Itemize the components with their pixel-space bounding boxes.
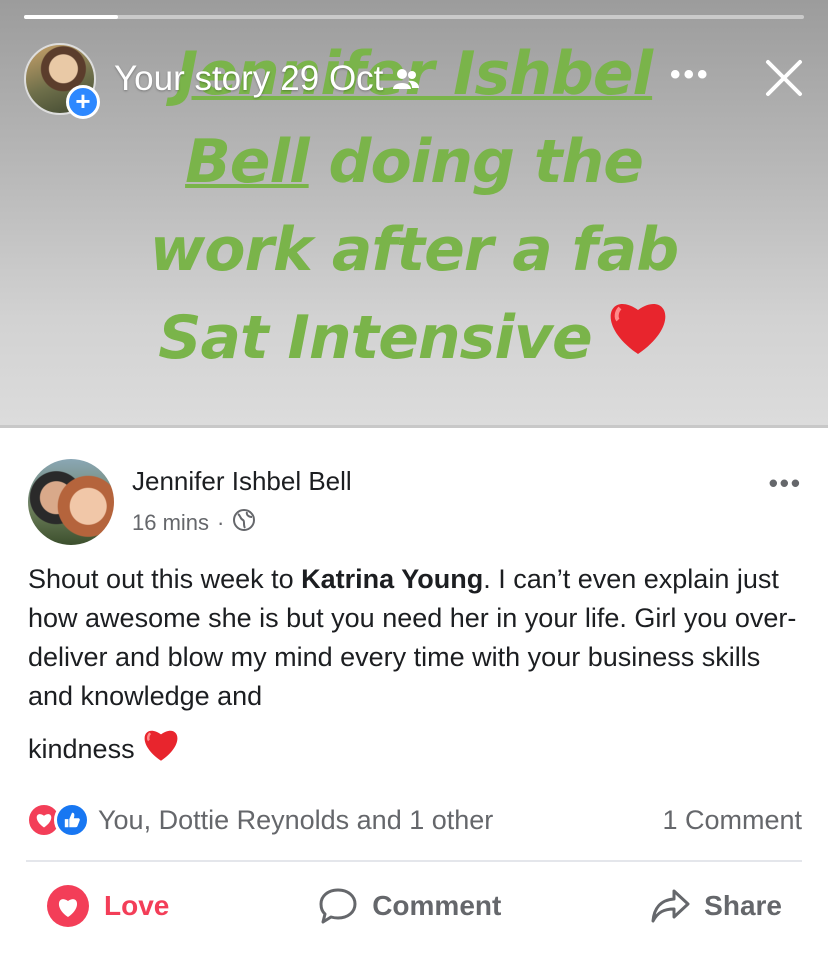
comment-label: Comment (372, 890, 502, 921)
overlay-line-3: work after a fab (0, 206, 828, 294)
more-dots-icon[interactable]: ••• (670, 58, 711, 92)
reaction-summary[interactable]: You, Dottie Reynolds and 1 other (26, 802, 493, 838)
story-author: Your story (114, 59, 271, 98)
love-label: Love (104, 890, 170, 921)
share-button[interactable]: Share (630, 888, 802, 924)
story-date: 29 Oct (280, 59, 384, 98)
overlay-line-2-tag: Bell (185, 127, 310, 197)
like-reaction-icon (54, 802, 90, 838)
comment-button[interactable]: Comment (298, 887, 521, 925)
globe-icon (232, 508, 256, 538)
comments-count[interactable]: 1 Comment (662, 805, 802, 836)
friends-icon (393, 67, 420, 91)
heart-icon (47, 885, 89, 927)
overlay-line-3-text: work after a fab (149, 215, 679, 285)
post-text-last-line: kindness (28, 726, 808, 773)
post-author[interactable]: Jennifer Ishbel Bell (132, 466, 352, 497)
heart-icon (141, 726, 181, 773)
share-icon (651, 889, 690, 923)
post-card: Jennifer Ishbel Bell 16 mins · ••• Shout… (0, 425, 828, 958)
reactions-text[interactable]: You, Dottie Reynolds and 1 other (98, 805, 493, 836)
post-time[interactable]: 16 mins (132, 510, 209, 536)
post-text-last: kindness (28, 734, 135, 764)
post-text-before: Shout out this week to (28, 564, 302, 594)
overlay-line-2-rest: doing the (308, 127, 644, 197)
avatar[interactable] (28, 459, 114, 545)
comment-icon (319, 888, 357, 924)
plus-icon[interactable]: + (66, 85, 100, 119)
story-header: + Your story 29 Oct ••• (24, 42, 806, 119)
share-label: Share (704, 890, 782, 921)
overlay-line-4-text: Sat Intensive (158, 303, 592, 373)
story-progress-fill (24, 15, 118, 19)
story-progress-bar (24, 15, 804, 19)
post-header: Jennifer Ishbel Bell 16 mins · ••• (24, 456, 804, 546)
post-text: Shout out this week to Katrina Young. I … (28, 560, 808, 773)
story-avatar-wrap[interactable]: + (24, 43, 100, 119)
more-dots-icon[interactable]: ••• (769, 468, 802, 499)
meta-separator: · (217, 510, 225, 535)
heart-icon (606, 292, 670, 380)
story-background: Jennifer Ishbel Bell doing the work afte… (0, 0, 828, 425)
reactions-bar: You, Dottie Reynolds and 1 other 1 Comme… (26, 800, 802, 840)
love-button[interactable]: Love (26, 884, 189, 928)
divider (26, 860, 802, 862)
close-icon[interactable] (762, 56, 806, 100)
post-meta: 16 mins · (132, 508, 256, 538)
overlay-line-4: Sat Intensive (0, 294, 828, 382)
post-actions: Love Comment Share (26, 880, 802, 932)
overlay-line-2: Bell doing the (0, 118, 828, 206)
tagged-person[interactable]: Katrina Young (301, 564, 483, 594)
